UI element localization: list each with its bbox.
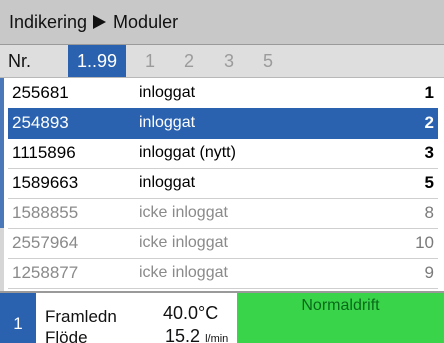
module-index: 8	[424, 203, 434, 222]
flow-value-group: 15.2 l/min	[165, 326, 228, 343]
status-index: 1	[0, 293, 36, 343]
list-item[interactable]: 1589663 inloggat 5	[8, 168, 438, 199]
filter-label: Nr.	[8, 51, 32, 71]
module-index: 3	[424, 143, 434, 162]
list-item[interactable]: 2557964 icke inloggat 10	[8, 228, 438, 259]
flow-temp-value: 40.0°C	[163, 303, 219, 323]
module-status: icke inloggat	[139, 234, 228, 251]
module-number: 1589663	[12, 173, 79, 192]
filter-tab-2[interactable]: 2	[179, 45, 199, 77]
module-index: 10	[415, 233, 434, 252]
module-number: 2557964	[12, 233, 79, 252]
breadcrumb-indikering[interactable]: Indikering	[9, 12, 87, 32]
module-status: icke inloggat	[139, 204, 228, 221]
module-number: 254893	[12, 113, 69, 132]
module-status: inloggat	[139, 114, 196, 131]
module-status: inloggat	[139, 84, 196, 101]
filter-tab-3[interactable]: 3	[219, 45, 239, 77]
list-item[interactable]: 1588855 icke inloggat 8	[8, 198, 438, 229]
mode-indicator: Normaldrift	[237, 293, 444, 343]
module-number: 1588855	[12, 203, 79, 222]
flow-label: Flöde	[45, 328, 88, 343]
list-item[interactable]: 1258877 icke inloggat 9	[8, 258, 438, 289]
scrollbar[interactable]	[0, 78, 4, 291]
module-status: inloggat	[139, 174, 196, 191]
module-status: inloggat (nytt)	[139, 144, 236, 161]
flow-temp-label: Framledn	[45, 307, 117, 326]
filter-tab-5[interactable]: 5	[258, 45, 278, 77]
module-index: 9	[424, 263, 434, 282]
status-bar: 1 Framledn 40.0°C Flöde 15.2 l/min Norma…	[0, 291, 444, 343]
module-list: 255681 inloggat 1 254893 inloggat 2 1115…	[0, 78, 444, 291]
breadcrumb-moduler: Moduler	[113, 12, 179, 32]
flow-unit: l/min	[205, 333, 229, 343]
module-index: 1	[424, 83, 434, 102]
scrollbar-thumb[interactable]	[0, 78, 4, 228]
module-index: 5	[424, 173, 434, 192]
module-status: icke inloggat	[139, 264, 228, 281]
module-number: 1115896	[12, 143, 76, 162]
breadcrumb: Indikering Moduler	[9, 10, 178, 34]
module-number: 255681	[12, 83, 69, 102]
module-number: 1258877	[12, 263, 79, 282]
flow-value: 15.2	[165, 326, 201, 343]
header-bar: Indikering Moduler	[0, 0, 444, 45]
list-item-selected[interactable]: 254893 inloggat 2	[8, 108, 438, 139]
module-index: 2	[424, 113, 434, 132]
filter-tab-all[interactable]: 1..99	[68, 45, 126, 77]
module-screen: Indikering Moduler Nr. 1..99 1 2 3 5 2556…	[0, 0, 444, 343]
list-item[interactable]: 255681 inloggat 1	[8, 78, 438, 109]
list-item[interactable]: 1115896 inloggat (nytt) 3	[8, 138, 438, 169]
arrow-right-icon	[93, 14, 107, 29]
filter-tab-1[interactable]: 1	[140, 45, 160, 77]
filter-bar: Nr. 1..99 1 2 3 5	[0, 45, 444, 78]
